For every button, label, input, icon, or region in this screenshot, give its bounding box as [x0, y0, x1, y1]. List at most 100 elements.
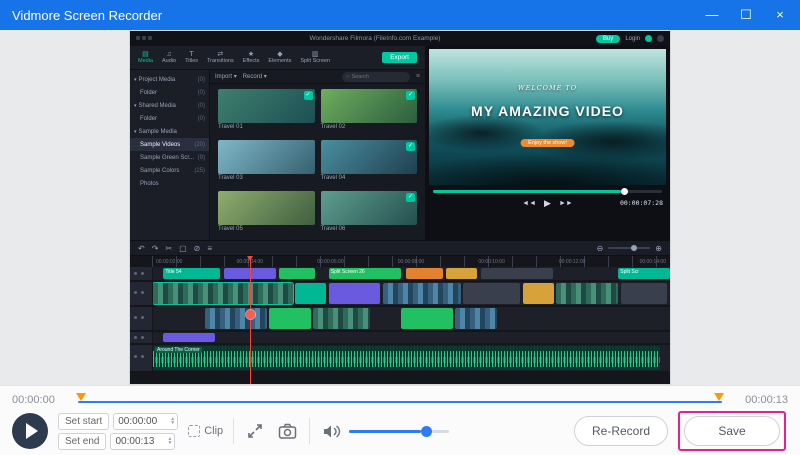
track-video-2 [153, 307, 670, 330]
minimize-button[interactable]: — [704, 7, 720, 23]
set-start-input[interactable] [118, 416, 170, 427]
caret-icon: ▾ [134, 129, 137, 135]
timeline-playhead [250, 256, 251, 384]
filmora-tab-elements: ◆ Elements [268, 51, 291, 65]
filmora-tab-media: ▤ Media [138, 51, 153, 65]
redo-icon: ↷ [152, 244, 159, 253]
filmora-media-toolbar: Import ▾ Record ▾ ○ ≡ [210, 70, 425, 84]
maximize-button[interactable]: ☐ [738, 7, 754, 23]
timeline-clip [205, 308, 267, 329]
filmora-media-grid: ✓ Travel 01 ✓ Travel 02 Travel 03 [210, 84, 425, 240]
caret-icon: ▾ [134, 77, 137, 83]
track-header [130, 345, 152, 371]
timeline-clip [279, 268, 315, 279]
timeline-clip [295, 283, 326, 304]
filmora-menu-tabs: ▤ Media ♫ Audio T Titles ⇄ Transitions ★… [130, 46, 425, 70]
filmora-export-button: Export [382, 52, 417, 63]
sidebar-item-project-media: ▾ Project Media(0) [130, 73, 209, 86]
timeline-clip: Title 54 [163, 268, 220, 279]
timeline-zoom-slider [608, 247, 650, 249]
sidebar-item-folder: Folder(0) [130, 86, 209, 99]
import-dropdown: Import ▾ [215, 73, 237, 80]
clip-range-fields: Set start ▲ ▼ Set end ▲ ▼ [58, 413, 178, 450]
timeline-ruler: 00:00:02:0000:00:04:00 00:00:06:0000:00:… [152, 256, 670, 267]
titles-tab-icon: T [189, 51, 193, 59]
timeline-clip [455, 308, 496, 329]
overlay-title-text: MY AMAZING VIDEO [429, 103, 666, 119]
spin-down-icon[interactable]: ▼ [167, 441, 172, 445]
trim-slider[interactable] [78, 393, 722, 407]
timeline-clip [383, 283, 461, 304]
zoom-in-icon: ⊕ [655, 244, 662, 253]
effects-tab-icon: ★ [248, 51, 254, 59]
spin-down-icon[interactable]: ▼ [170, 421, 175, 425]
filmora-menu-icons [136, 36, 154, 42]
audio-clip-label: Around The Corner [155, 347, 202, 353]
speaker-icon [322, 423, 341, 440]
timeline-clip: Split Scr [618, 268, 670, 279]
trim-track[interactable] [78, 401, 722, 403]
set-end-button[interactable]: Set end [58, 433, 106, 450]
volume-control [320, 421, 449, 442]
media-item: Travel 03 [218, 140, 315, 187]
screenshot-button[interactable] [276, 421, 299, 442]
preview-video-frame: WELCOME TO MY AMAZING VIDEO Enjoy the sh… [429, 49, 666, 185]
play-icon: ▶ [544, 198, 551, 209]
preview-timecode: 00:00:07:28 [620, 199, 663, 207]
prev-frame-icon: ◄◄ [522, 200, 536, 207]
timeline-clip [621, 283, 668, 304]
save-button[interactable]: Save [684, 416, 780, 446]
set-start-spinner[interactable]: ▲ ▼ [170, 417, 175, 425]
track-header [130, 307, 152, 330]
controls-row: Set start ▲ ▼ Set end ▲ ▼ [0, 407, 800, 451]
record-dropdown: Record ▾ [243, 73, 267, 80]
set-end-spinner[interactable]: ▲ ▼ [167, 437, 172, 445]
close-button[interactable]: × [772, 7, 788, 23]
transitions-tab-icon: ⇄ [217, 51, 223, 59]
timeline-clip [446, 268, 477, 279]
app-titlebar: Vidmore Screen Recorder — ☐ × [0, 0, 800, 30]
set-end-field[interactable]: ▲ ▼ [110, 433, 175, 450]
camera-icon [278, 423, 297, 440]
media-thumbnail: ✓ [218, 89, 315, 123]
set-end-input[interactable] [115, 436, 167, 447]
track-header [130, 332, 152, 343]
video-preview-area: Wondershare Filmora (FileInfo.com Exampl… [0, 30, 800, 385]
timeline-tracks: Title 54 Split Screen 26 Split Scr [130, 267, 670, 384]
audio-clip: Around The Corner [153, 346, 660, 370]
check-icon: ✓ [406, 142, 415, 151]
volume-button[interactable] [320, 421, 343, 442]
clip-toggle[interactable]: Clip [188, 425, 223, 437]
sidebar-item-sample-colors: Sample Colors(25) [130, 164, 209, 177]
recorder-control-bar: 00:00:00 00:00:13 Set start ▲ ▼ Set [0, 385, 800, 455]
rerecord-button[interactable]: Re-Record [574, 416, 668, 446]
volume-thumb[interactable] [421, 426, 432, 437]
fullscreen-button[interactable] [244, 420, 266, 442]
app-title: Vidmore Screen Recorder [12, 8, 704, 23]
play-button[interactable] [12, 413, 48, 449]
search-icon: ○ [346, 74, 350, 80]
timeline-clip [401, 308, 453, 329]
tracks-icon: ≡ [207, 244, 212, 253]
trim-start-handle[interactable] [76, 393, 86, 401]
timeline-clip: Split Screen 26 [329, 268, 401, 279]
splitscreen-tab-icon: ▥ [312, 51, 319, 59]
filmora-avatar [645, 35, 652, 42]
set-start-field[interactable]: ▲ ▼ [113, 413, 178, 430]
preview-transport-controls: ◄◄ ▶ ►► 00:00:07:28 [425, 193, 670, 213]
set-start-button[interactable]: Set start [58, 413, 109, 430]
trim-end-handle[interactable] [714, 393, 724, 401]
track-titles: Title 54 Split Screen 26 Split Scr [153, 267, 670, 280]
clip-icon [188, 425, 200, 437]
media-thumbnail: ✓ [321, 140, 418, 174]
elements-tab-icon: ◆ [277, 51, 282, 59]
trim-row: 00:00:00 00:00:13 [0, 386, 800, 407]
timeline-clip [269, 308, 310, 329]
sidebar-item-shared-media: ▾ Shared Media(0) [130, 99, 209, 112]
sidebar-item-folder-2: Folder(0) [130, 112, 209, 125]
timeline-clip [153, 283, 293, 304]
filter-icon: ≡ [416, 73, 420, 80]
next-frame-icon: ►► [559, 200, 573, 207]
timeline-clip [329, 283, 381, 304]
volume-slider[interactable] [349, 430, 449, 433]
